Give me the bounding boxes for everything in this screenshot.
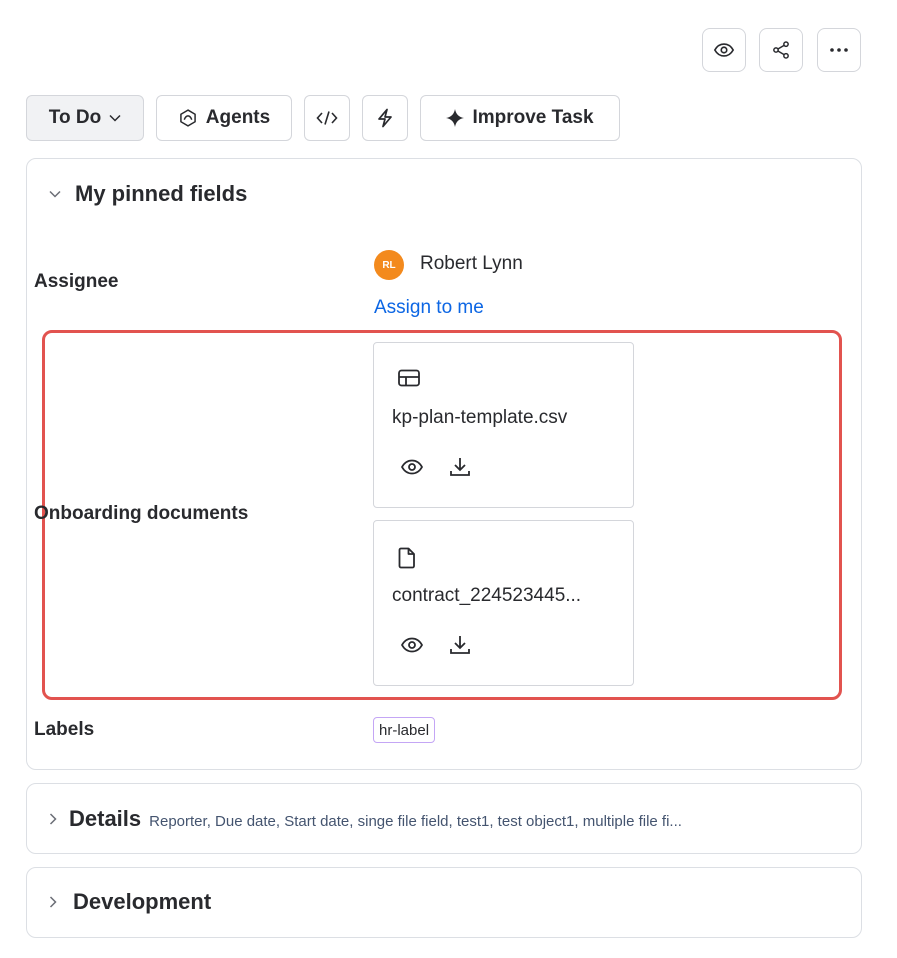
onboarding-documents-label: Onboarding documents <box>34 503 249 524</box>
assign-to-me-link[interactable]: Assign to me <box>374 297 484 319</box>
share-button[interactable] <box>759 28 803 72</box>
lightning-icon <box>378 108 392 128</box>
sparkle-icon <box>446 109 465 127</box>
development-title: Development <box>73 889 212 914</box>
improve-task-label: Improve Task <box>472 107 594 128</box>
code-button[interactable] <box>304 95 350 141</box>
file-card[interactable]: contract_224523445... <box>373 520 634 686</box>
table-icon <box>398 369 420 387</box>
labels-label: Labels <box>34 719 95 740</box>
avatar: RL <box>374 250 404 280</box>
watch-button[interactable] <box>702 28 746 72</box>
chevron-right-icon <box>49 896 57 908</box>
download-icon[interactable] <box>448 633 472 657</box>
eye-icon <box>713 43 735 57</box>
pinned-fields-header[interactable]: My pinned fields <box>49 181 247 207</box>
file-name: contract_224523445... <box>392 585 582 606</box>
pinned-fields-title: My pinned fields <box>75 181 248 206</box>
download-icon[interactable] <box>448 455 472 479</box>
details-panel[interactable]: Details Reporter, Due date, Start date, … <box>26 783 862 854</box>
agents-button[interactable]: Agents <box>156 95 292 141</box>
chevron-right-icon <box>49 813 57 825</box>
file-actions <box>400 633 472 657</box>
more-actions-button[interactable] <box>817 28 861 72</box>
task-toolbar: To Do Agents Improve Task <box>26 95 620 141</box>
automation-button[interactable] <box>362 95 408 141</box>
file-icon <box>398 547 415 569</box>
chevron-down-icon <box>109 114 121 122</box>
avatar-initials: RL <box>382 259 396 271</box>
more-horizontal-icon <box>830 48 848 52</box>
eye-icon[interactable] <box>400 455 424 479</box>
file-actions <box>400 455 472 479</box>
label-chip[interactable]: hr-label <box>373 717 436 743</box>
agents-label: Agents <box>205 107 271 128</box>
details-title: Details <box>69 806 142 831</box>
agents-icon <box>179 109 196 127</box>
development-panel[interactable]: Development <box>26 867 862 938</box>
details-header[interactable]: Details Reporter, Due date, Start date, … <box>49 806 682 832</box>
development-header[interactable]: Development <box>49 889 211 915</box>
file-name: kp-plan-template.csv <box>392 407 568 428</box>
status-label: To Do <box>48 107 102 128</box>
improve-task-button[interactable]: Improve Task <box>420 95 620 141</box>
file-card[interactable]: kp-plan-template.csv <box>373 342 634 508</box>
chevron-down-icon <box>49 190 61 198</box>
assignee-label: Assignee <box>34 271 119 292</box>
details-summary: Reporter, Due date, Start date, singe fi… <box>149 812 682 830</box>
eye-icon[interactable] <box>400 633 424 657</box>
assignee-name[interactable]: Robert Lynn <box>420 253 523 275</box>
status-dropdown[interactable]: To Do <box>26 95 144 141</box>
code-icon <box>316 111 338 125</box>
share-icon <box>773 41 789 59</box>
